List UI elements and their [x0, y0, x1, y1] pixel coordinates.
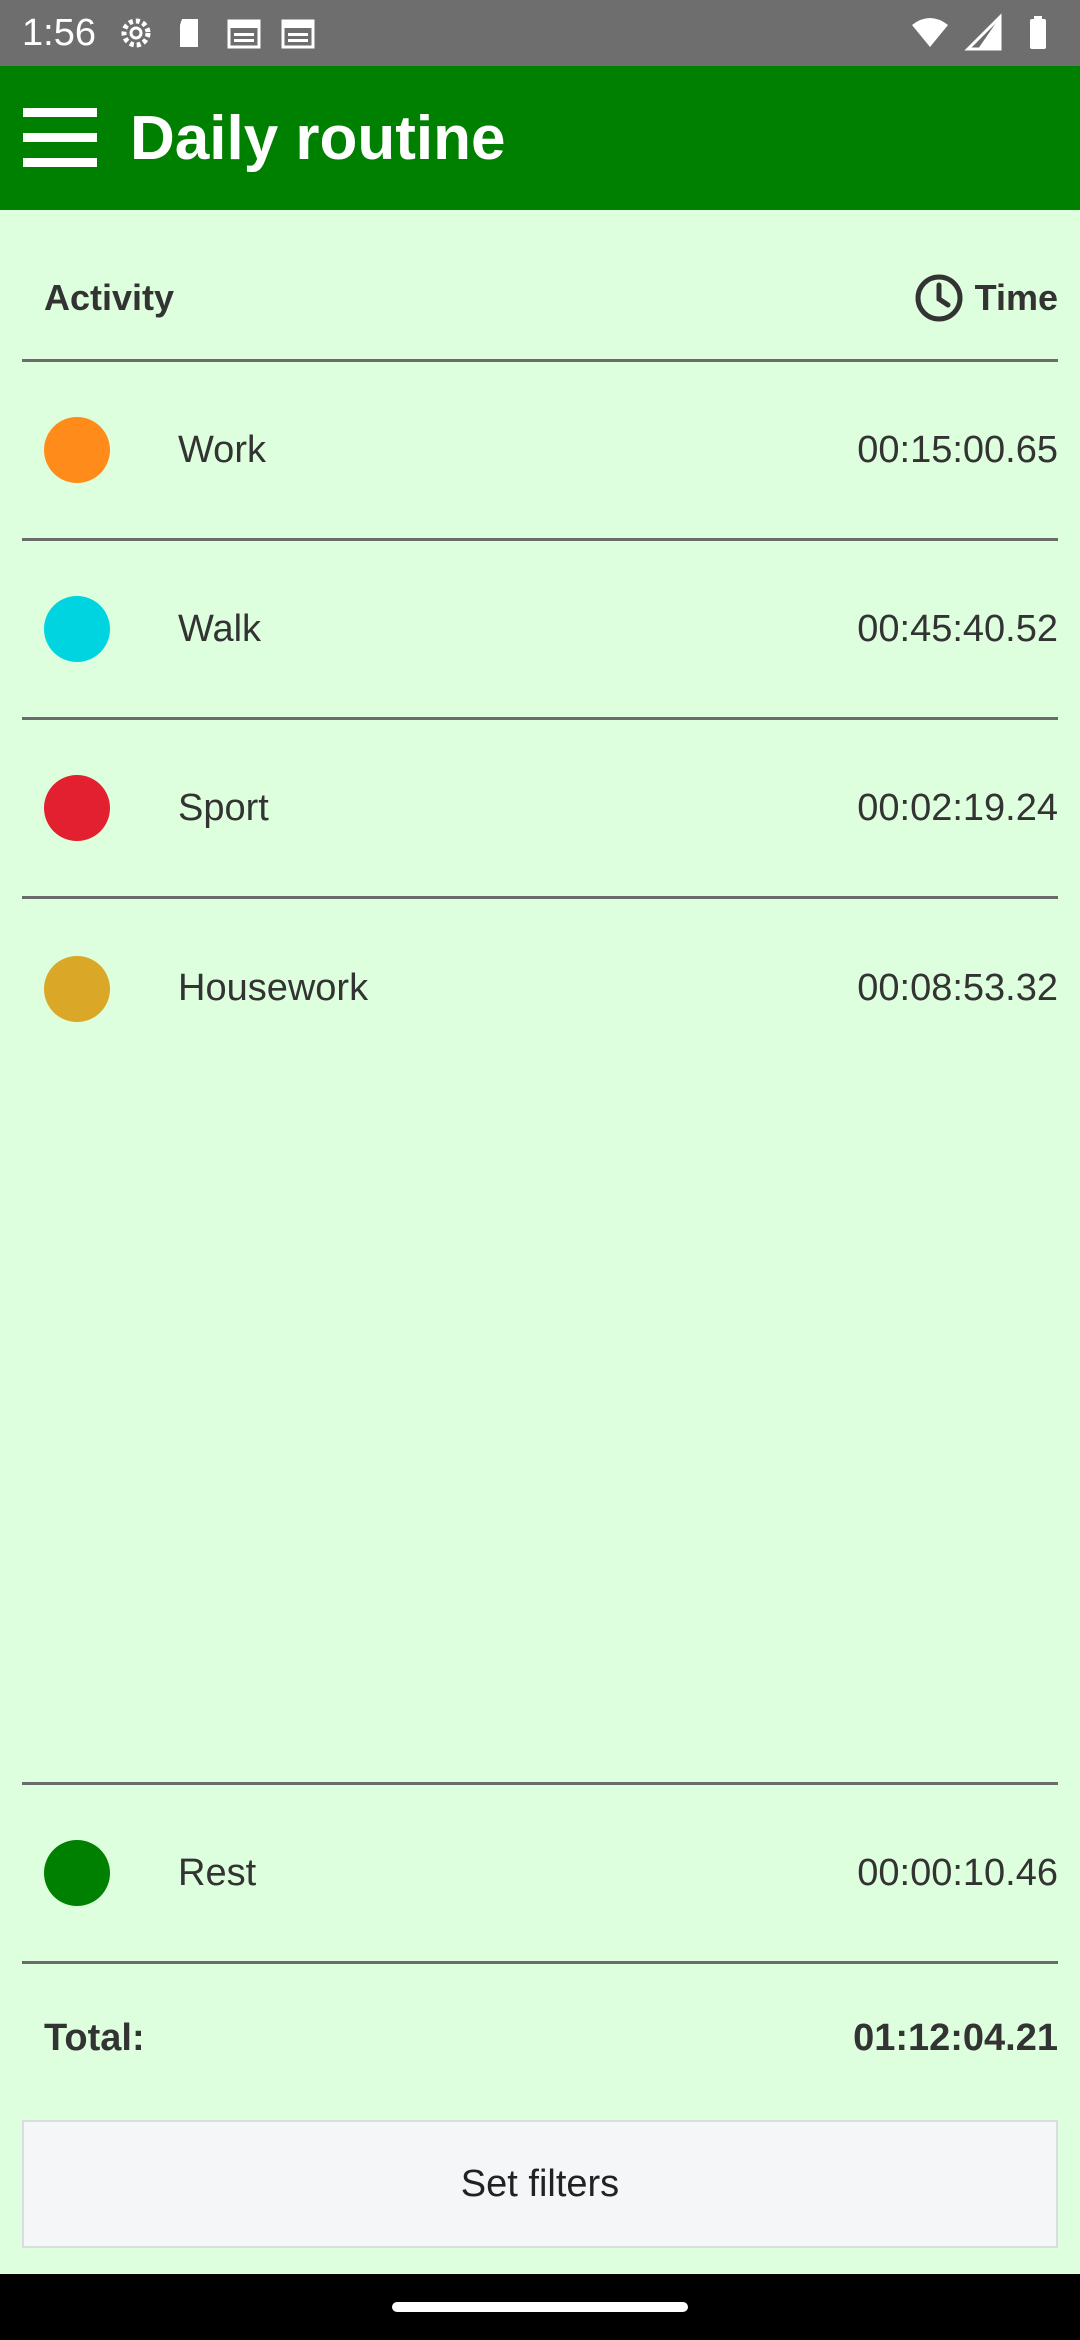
total-label: Total:	[44, 2016, 145, 2059]
gear-icon	[116, 13, 156, 53]
status-time: 1:56	[22, 11, 96, 54]
activity-name: Walk	[178, 607, 262, 650]
calendar-icon	[278, 13, 318, 53]
header-time-label: Time	[974, 276, 1058, 318]
calendar-icon	[224, 13, 264, 53]
navigation-bar	[0, 2274, 1080, 2340]
header-activity: Activity	[44, 276, 175, 318]
table-row[interactable]: Housework 00:08:53.32	[22, 899, 1058, 1078]
signal-icon	[964, 13, 1004, 53]
table-row[interactable]: Walk 00:45:40.52	[22, 541, 1058, 720]
status-right	[910, 13, 1058, 53]
status-left: 1:56	[22, 12, 318, 55]
header-time[interactable]: Time	[913, 272, 1058, 324]
table-row[interactable]: Work 00:15:00.65	[22, 362, 1058, 541]
set-filters-button[interactable]: Set filters	[22, 2120, 1058, 2248]
total-row: Total: 01:12:04.21	[22, 1964, 1058, 2112]
wifi-icon	[910, 13, 950, 53]
color-dot	[44, 596, 110, 662]
battery-icon	[1018, 13, 1058, 53]
activity-name: Housework	[178, 967, 369, 1009]
sd-card-icon	[170, 13, 210, 53]
activity-time: 00:45:40.52	[857, 607, 1058, 650]
table-header: Activity Time	[22, 236, 1058, 362]
clock-icon	[915, 274, 963, 321]
activity-name: Work	[178, 428, 266, 471]
activity-time: 00:02:19.24	[857, 786, 1058, 829]
table-row[interactable]: Sport 00:02:19.24	[22, 720, 1058, 899]
activity-name: Sport	[178, 786, 269, 829]
rest-name: Rest	[178, 1851, 257, 1894]
color-dot	[44, 775, 110, 841]
rest-time: 00:00:10.46	[857, 1851, 1058, 1894]
app-bar: Daily routine	[0, 66, 1080, 210]
color-dot	[44, 417, 110, 483]
total-value: 01:12:04.21	[853, 2016, 1058, 2059]
color-dot	[44, 1840, 110, 1906]
hamburger-menu-icon[interactable]	[0, 66, 120, 210]
activity-time: 00:08:53.32	[857, 967, 1058, 1009]
home-handle[interactable]	[392, 2302, 688, 2312]
rest-row[interactable]: Rest 00:00:10.46	[22, 1782, 1058, 1964]
activity-time: 00:15:00.65	[857, 428, 1058, 471]
color-dot	[44, 955, 110, 1022]
status-bar: 1:56	[0, 0, 1080, 66]
page-title: Daily routine	[130, 103, 506, 173]
